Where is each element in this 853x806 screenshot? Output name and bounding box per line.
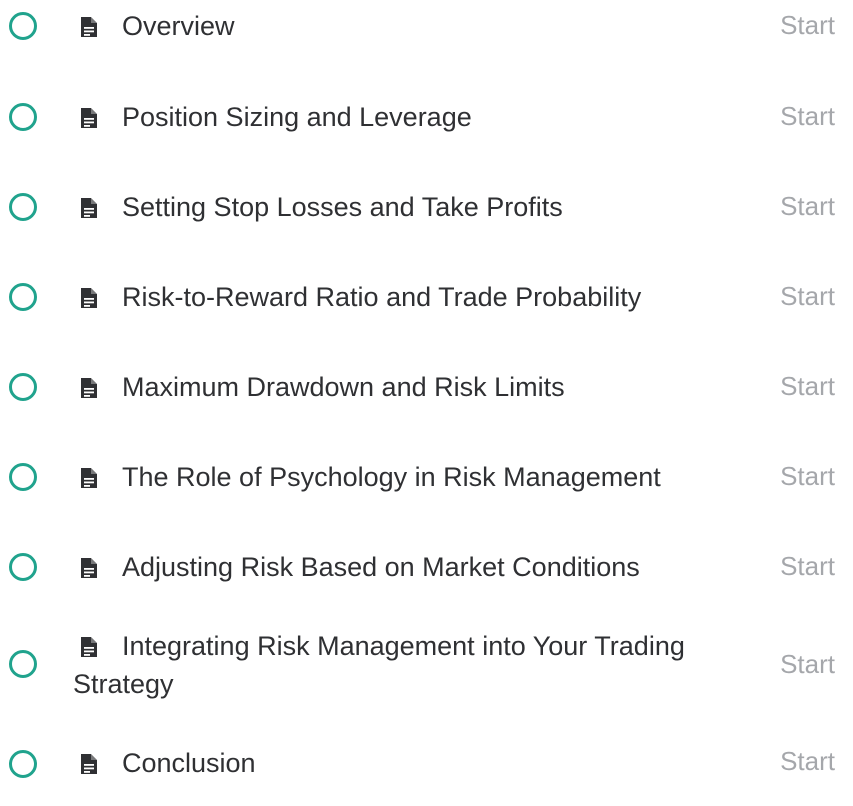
start-link[interactable]: Start xyxy=(780,6,835,44)
lesson-title[interactable]: Integrating Risk Management into Your Tr… xyxy=(73,627,713,703)
circle-empty-icon[interactable] xyxy=(9,463,37,491)
lesson-row-position-sizing[interactable]: Position Sizing and Leverage Start xyxy=(0,90,853,166)
lesson-row-conclusion[interactable]: Conclusion Start xyxy=(0,730,853,806)
start-link[interactable]: Start xyxy=(780,645,835,683)
circle-empty-icon[interactable] xyxy=(9,103,37,131)
document-icon xyxy=(80,754,98,774)
document-icon xyxy=(80,17,98,37)
lesson-title[interactable]: Setting Stop Losses and Take Profits xyxy=(122,188,563,226)
lesson-row-psychology[interactable]: The Role of Psychology in Risk Managemen… xyxy=(0,450,853,526)
lesson-title[interactable]: Overview xyxy=(122,7,235,45)
lesson-title[interactable]: Adjusting Risk Based on Market Condition… xyxy=(122,548,640,586)
lesson-title[interactable]: Risk-to-Reward Ratio and Trade Probabili… xyxy=(122,278,641,316)
lesson-row-risk-reward[interactable]: Risk-to-Reward Ratio and Trade Probabili… xyxy=(0,270,853,346)
lesson-title[interactable]: Position Sizing and Leverage xyxy=(122,98,472,136)
start-link[interactable]: Start xyxy=(780,457,835,495)
start-link[interactable]: Start xyxy=(780,187,835,225)
start-link[interactable]: Start xyxy=(780,367,835,405)
circle-empty-icon[interactable] xyxy=(9,12,37,40)
start-link[interactable]: Start xyxy=(780,742,835,780)
circle-empty-icon[interactable] xyxy=(9,373,37,401)
document-icon xyxy=(80,378,98,398)
start-link[interactable]: Start xyxy=(780,547,835,585)
document-icon xyxy=(80,288,98,308)
lesson-title[interactable]: Conclusion xyxy=(122,744,256,782)
document-icon xyxy=(80,468,98,488)
circle-empty-icon[interactable] xyxy=(9,283,37,311)
lesson-title[interactable]: Maximum Drawdown and Risk Limits xyxy=(122,368,565,406)
start-link[interactable]: Start xyxy=(780,97,835,135)
lesson-row-adjusting-risk[interactable]: Adjusting Risk Based on Market Condition… xyxy=(0,540,853,616)
lesson-row-stop-losses[interactable]: Setting Stop Losses and Take Profits Sta… xyxy=(0,180,853,256)
lesson-list: Overview Start Position Sizing and Lever… xyxy=(0,0,853,778)
lesson-row-max-drawdown[interactable]: Maximum Drawdown and Risk Limits Start xyxy=(0,360,853,436)
circle-empty-icon[interactable] xyxy=(9,193,37,221)
start-link[interactable]: Start xyxy=(780,277,835,315)
document-icon xyxy=(80,558,98,578)
lesson-row-overview[interactable]: Overview Start xyxy=(0,0,853,76)
lesson-title[interactable]: The Role of Psychology in Risk Managemen… xyxy=(122,458,661,496)
circle-empty-icon[interactable] xyxy=(9,750,37,778)
document-icon xyxy=(80,198,98,218)
document-icon xyxy=(80,108,98,128)
circle-empty-icon[interactable] xyxy=(9,650,37,678)
circle-empty-icon[interactable] xyxy=(9,553,37,581)
lesson-row-integrating-risk[interactable]: Integrating Risk Management into Your Tr… xyxy=(0,625,853,717)
